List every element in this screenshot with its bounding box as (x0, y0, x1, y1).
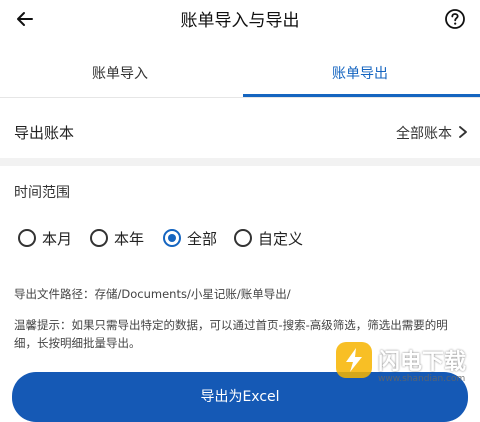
watermark: 闪电下载 www.shandian.com (330, 338, 480, 398)
radio-this-month[interactable]: 本月 (18, 224, 72, 252)
radio-circle (234, 229, 252, 247)
radio-circle (18, 229, 36, 247)
tab-divider (0, 97, 480, 98)
radio-all[interactable]: 全部 (163, 224, 217, 252)
radio-label: 自定义 (258, 229, 304, 248)
help-button[interactable] (440, 4, 470, 34)
watermark-text: 闪电下载 (378, 350, 467, 375)
radio-circle (163, 229, 181, 247)
lightning-logo-icon (336, 342, 372, 378)
export-account-label: 导出账本 (14, 124, 75, 142)
radio-label: 本年 (114, 229, 145, 248)
radio-circle (90, 229, 108, 247)
section-divider (0, 158, 480, 166)
tab-import[interactable]: 账单导入 (0, 54, 240, 96)
time-range-title: 时间范围 (14, 185, 70, 201)
help-icon (445, 9, 465, 29)
tab-bar: 账单导入 账单导出 (0, 54, 480, 98)
export-path-text: 导出文件路径：存储/Documents/小星记账/账单导出/ (14, 287, 291, 301)
watermark-sub: www.shandian.com (378, 374, 466, 384)
app-window: 账单导入与导出 账单导入 账单导出 导出账本 全部账本 时间范围 本月 本年 全… (0, 0, 480, 422)
header: 账单导入与导出 (0, 0, 480, 38)
radio-custom[interactable]: 自定义 (234, 224, 303, 252)
radio-label: 本月 (42, 229, 73, 248)
radio-label: 全部 (187, 229, 218, 248)
page-title: 账单导入与导出 (180, 11, 300, 31)
chevron-right-icon (459, 126, 467, 138)
export-account-row[interactable]: 导出账本 全部账本 (0, 112, 480, 152)
export-account-value: 全部账本 (396, 126, 452, 142)
radio-this-year[interactable]: 本年 (90, 224, 144, 252)
tab-export[interactable]: 账单导出 (240, 54, 480, 96)
time-range-options: 本月 本年 全部 自定义 (18, 224, 478, 252)
